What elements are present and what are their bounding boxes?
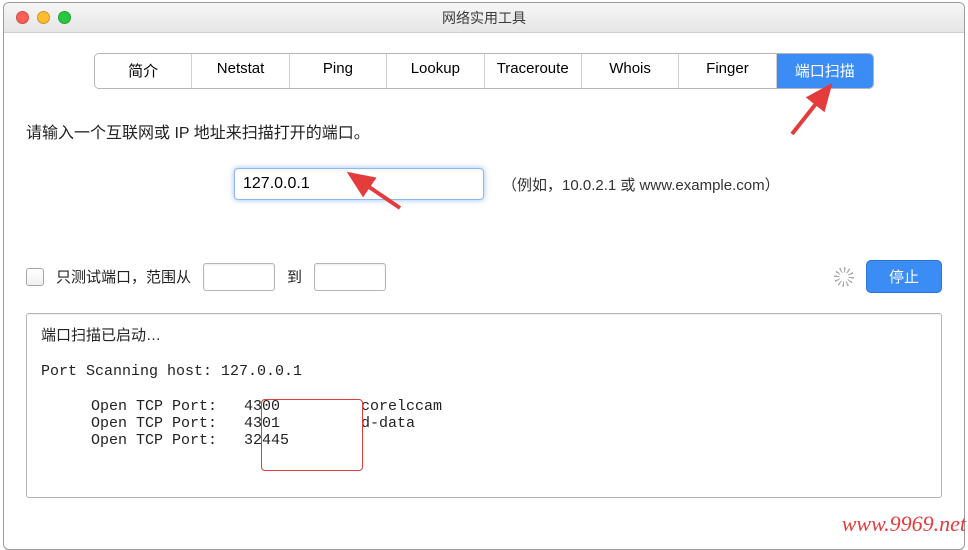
port-line: Open TCP Port: 4300 corelccam	[41, 398, 927, 415]
result-output: 端口扫描已启动… Port Scanning host: 127.0.0.1 O…	[26, 313, 942, 498]
address-row: （例如，10.0.2.1 或 www.example.com）	[234, 168, 942, 200]
to-label: 到	[287, 266, 302, 287]
port-line: Open TCP Port: 4301 d-data	[41, 415, 927, 432]
tab-ping[interactable]: Ping	[290, 54, 387, 88]
content-area: 请输入一个互联网或 IP 地址来扫描打开的端口。 （例如，10.0.2.1 或 …	[4, 89, 964, 549]
port-lines: Open TCP Port: 4300 corelccamOpen TCP Po…	[41, 398, 927, 449]
tab-端口扫描[interactable]: 端口扫描	[777, 54, 873, 88]
address-box	[234, 168, 484, 200]
host-value: 127.0.0.1	[221, 363, 302, 380]
stop-button[interactable]: 停止	[866, 260, 942, 293]
watermark: www.9969.net	[842, 511, 966, 537]
prompt-text: 请输入一个互联网或 IP 地址来扫描打开的端口。	[26, 119, 942, 143]
only-ports-label: 只测试端口，范围从	[56, 266, 191, 287]
result-status: 端口扫描已启动…	[41, 324, 927, 345]
tab-lookup[interactable]: Lookup	[387, 54, 484, 88]
range-from-input[interactable]	[203, 263, 275, 291]
window-title: 网络实用工具	[4, 8, 964, 28]
title-bar: 网络实用工具	[4, 3, 964, 33]
range-to-input[interactable]	[314, 263, 386, 291]
tab-简介[interactable]: 简介	[95, 54, 192, 88]
app-window: 网络实用工具 简介NetstatPingLookupTracerouteWhoi…	[3, 2, 965, 550]
loading-spinner-icon	[834, 267, 854, 287]
port-range-row: 只测试端口，范围从 到 停止	[26, 260, 942, 293]
tab-traceroute[interactable]: Traceroute	[485, 54, 582, 88]
tab-bar: 简介NetstatPingLookupTracerouteWhoisFinger…	[94, 53, 874, 89]
result-host-line: Port Scanning host: 127.0.0.1	[41, 363, 927, 380]
address-hint: （例如，10.0.2.1 或 www.example.com）	[502, 174, 780, 195]
address-input[interactable]	[234, 168, 484, 200]
port-line: Open TCP Port: 32445	[41, 432, 927, 449]
only-ports-checkbox[interactable]	[26, 268, 44, 286]
tab-finger[interactable]: Finger	[679, 54, 776, 88]
tab-whois[interactable]: Whois	[582, 54, 679, 88]
tab-netstat[interactable]: Netstat	[192, 54, 289, 88]
host-prefix: Port Scanning host:	[41, 363, 221, 380]
